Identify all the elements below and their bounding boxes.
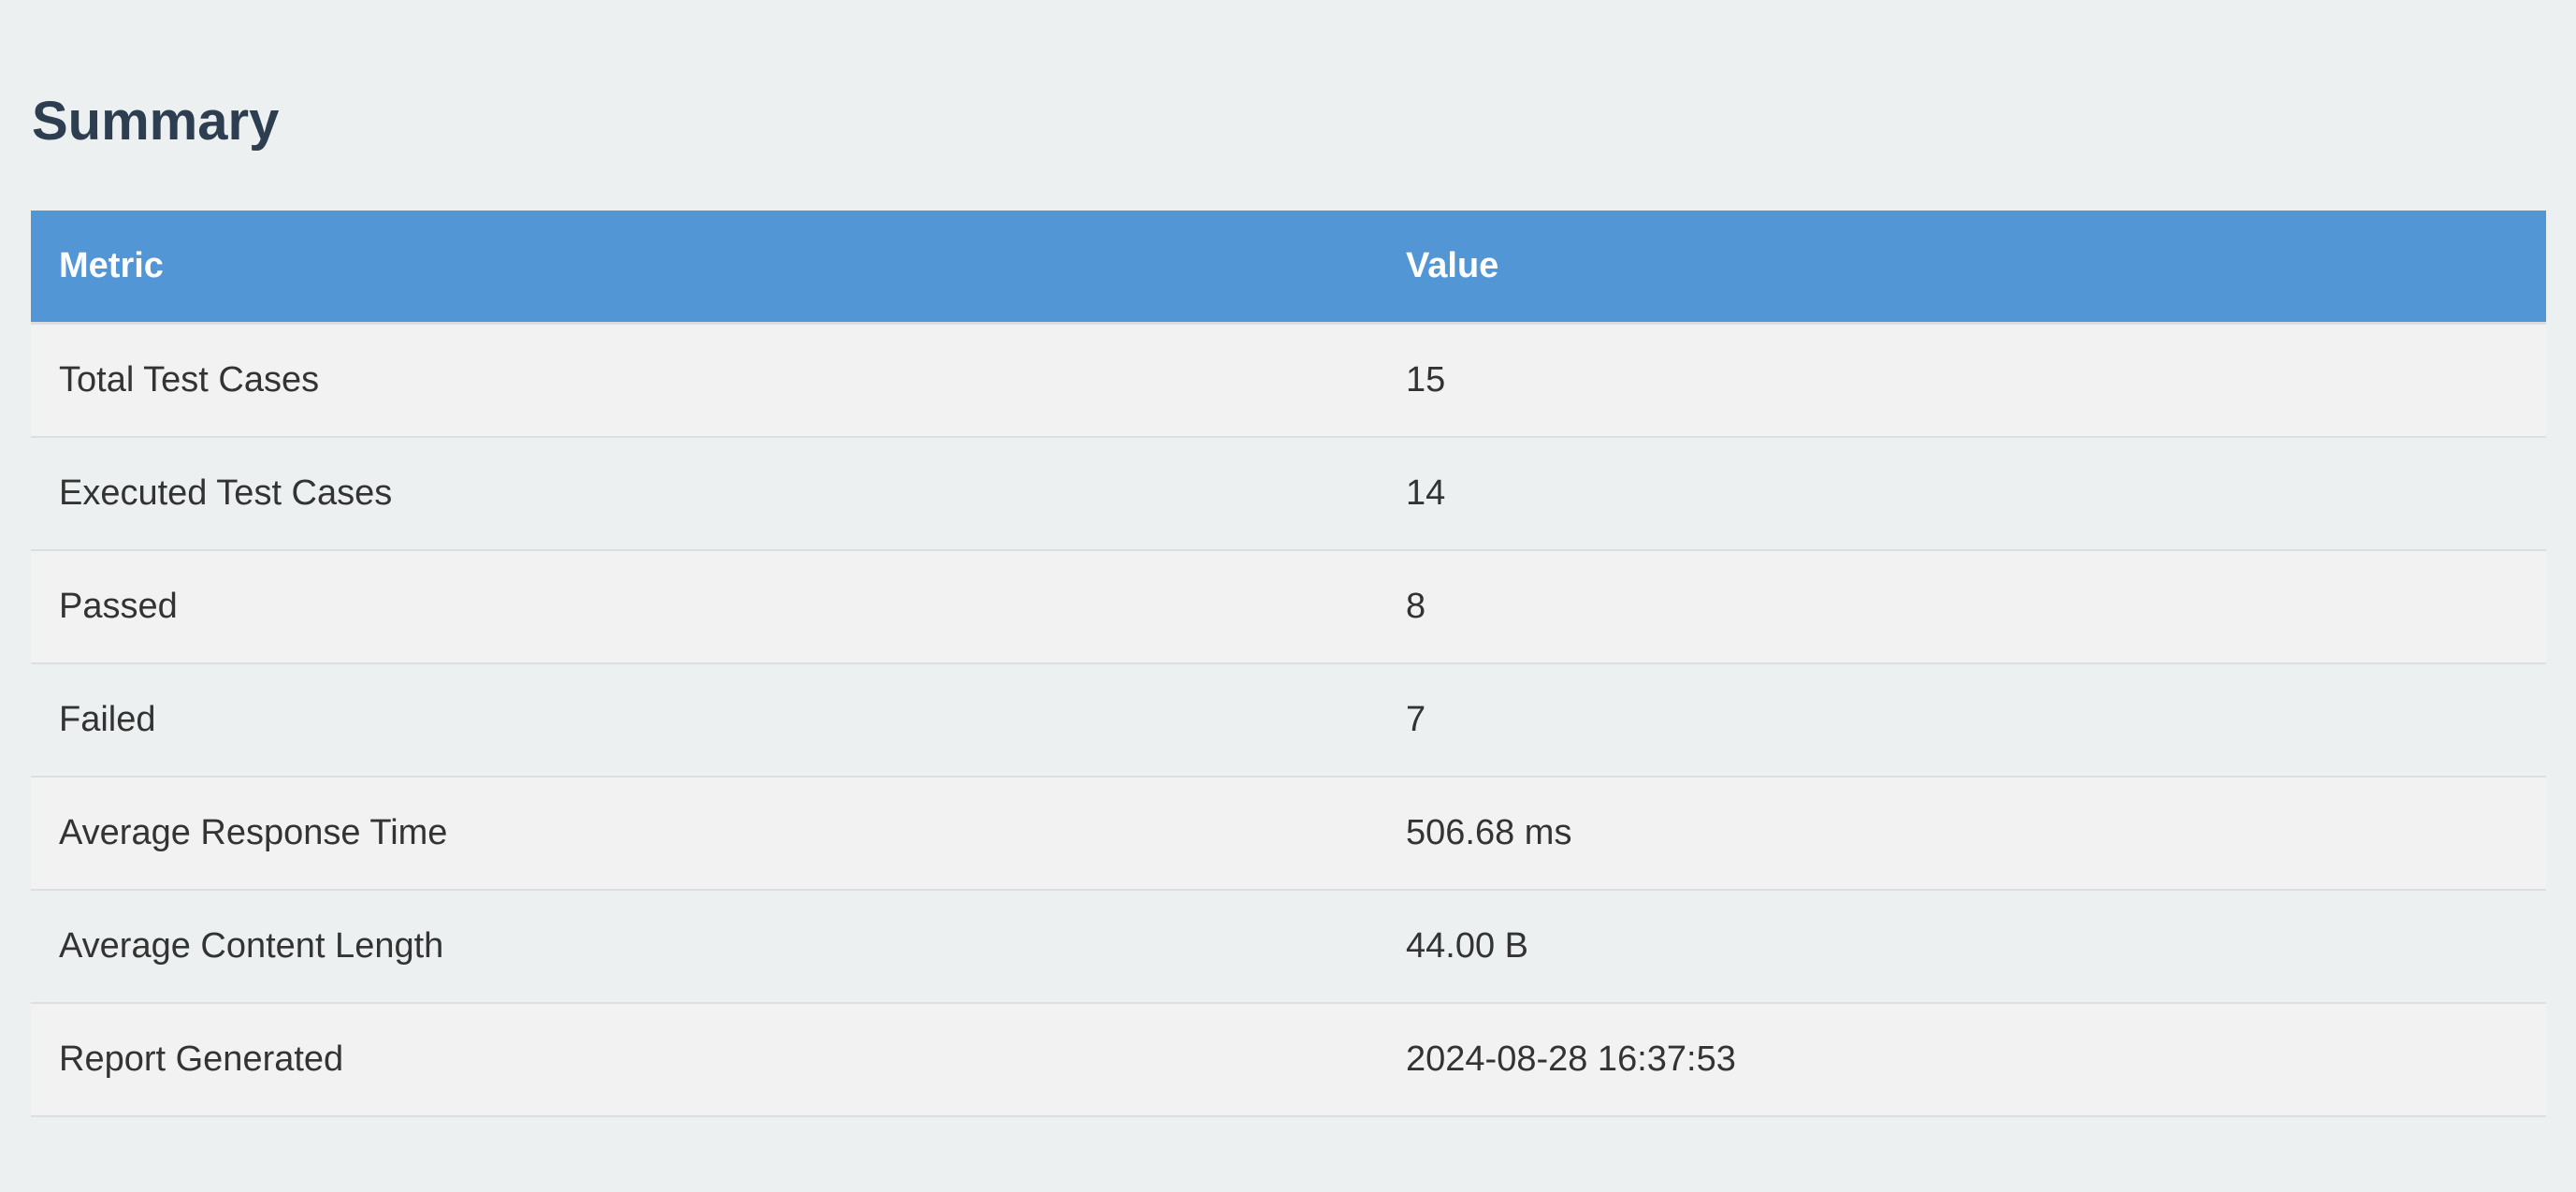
value-cell: 8 bbox=[1378, 550, 2546, 664]
column-header-metric: Metric bbox=[31, 211, 1378, 324]
metric-cell: Average Response Time bbox=[31, 777, 1378, 891]
metric-cell: Total Test Cases bbox=[31, 323, 1378, 438]
table-row: Failed 7 bbox=[31, 663, 2546, 778]
metric-cell: Failed bbox=[31, 663, 1378, 778]
value-cell: 14 bbox=[1378, 437, 2546, 551]
table-header-row: Metric Value bbox=[31, 211, 2546, 324]
value-cell: 44.00 B bbox=[1378, 890, 2546, 1004]
metric-cell: Average Content Length bbox=[31, 890, 1378, 1004]
table-row: Passed 8 bbox=[31, 550, 2546, 664]
table-row: Average Response Time 506.68 ms bbox=[31, 777, 2546, 891]
table-row: Total Test Cases 15 bbox=[31, 323, 2546, 438]
table-row: Executed Test Cases 14 bbox=[31, 437, 2546, 551]
summary-table: Metric Value Total Test Cases 15 Executed… bbox=[31, 211, 2546, 1117]
table-row: Report Generated 2024-08-28 16:37:53 bbox=[31, 1003, 2546, 1117]
metric-cell: Report Generated bbox=[31, 1003, 1378, 1117]
metric-cell: Passed bbox=[31, 550, 1378, 664]
value-cell: 7 bbox=[1378, 663, 2546, 778]
table-row: Average Content Length 44.00 B bbox=[31, 890, 2546, 1004]
column-header-value: Value bbox=[1378, 211, 2546, 324]
value-cell: 506.68 ms bbox=[1378, 777, 2546, 891]
page-title: Summary bbox=[32, 91, 280, 152]
value-cell: 2024-08-28 16:37:53 bbox=[1378, 1003, 2546, 1117]
metric-cell: Executed Test Cases bbox=[31, 437, 1378, 551]
value-cell: 15 bbox=[1378, 323, 2546, 438]
